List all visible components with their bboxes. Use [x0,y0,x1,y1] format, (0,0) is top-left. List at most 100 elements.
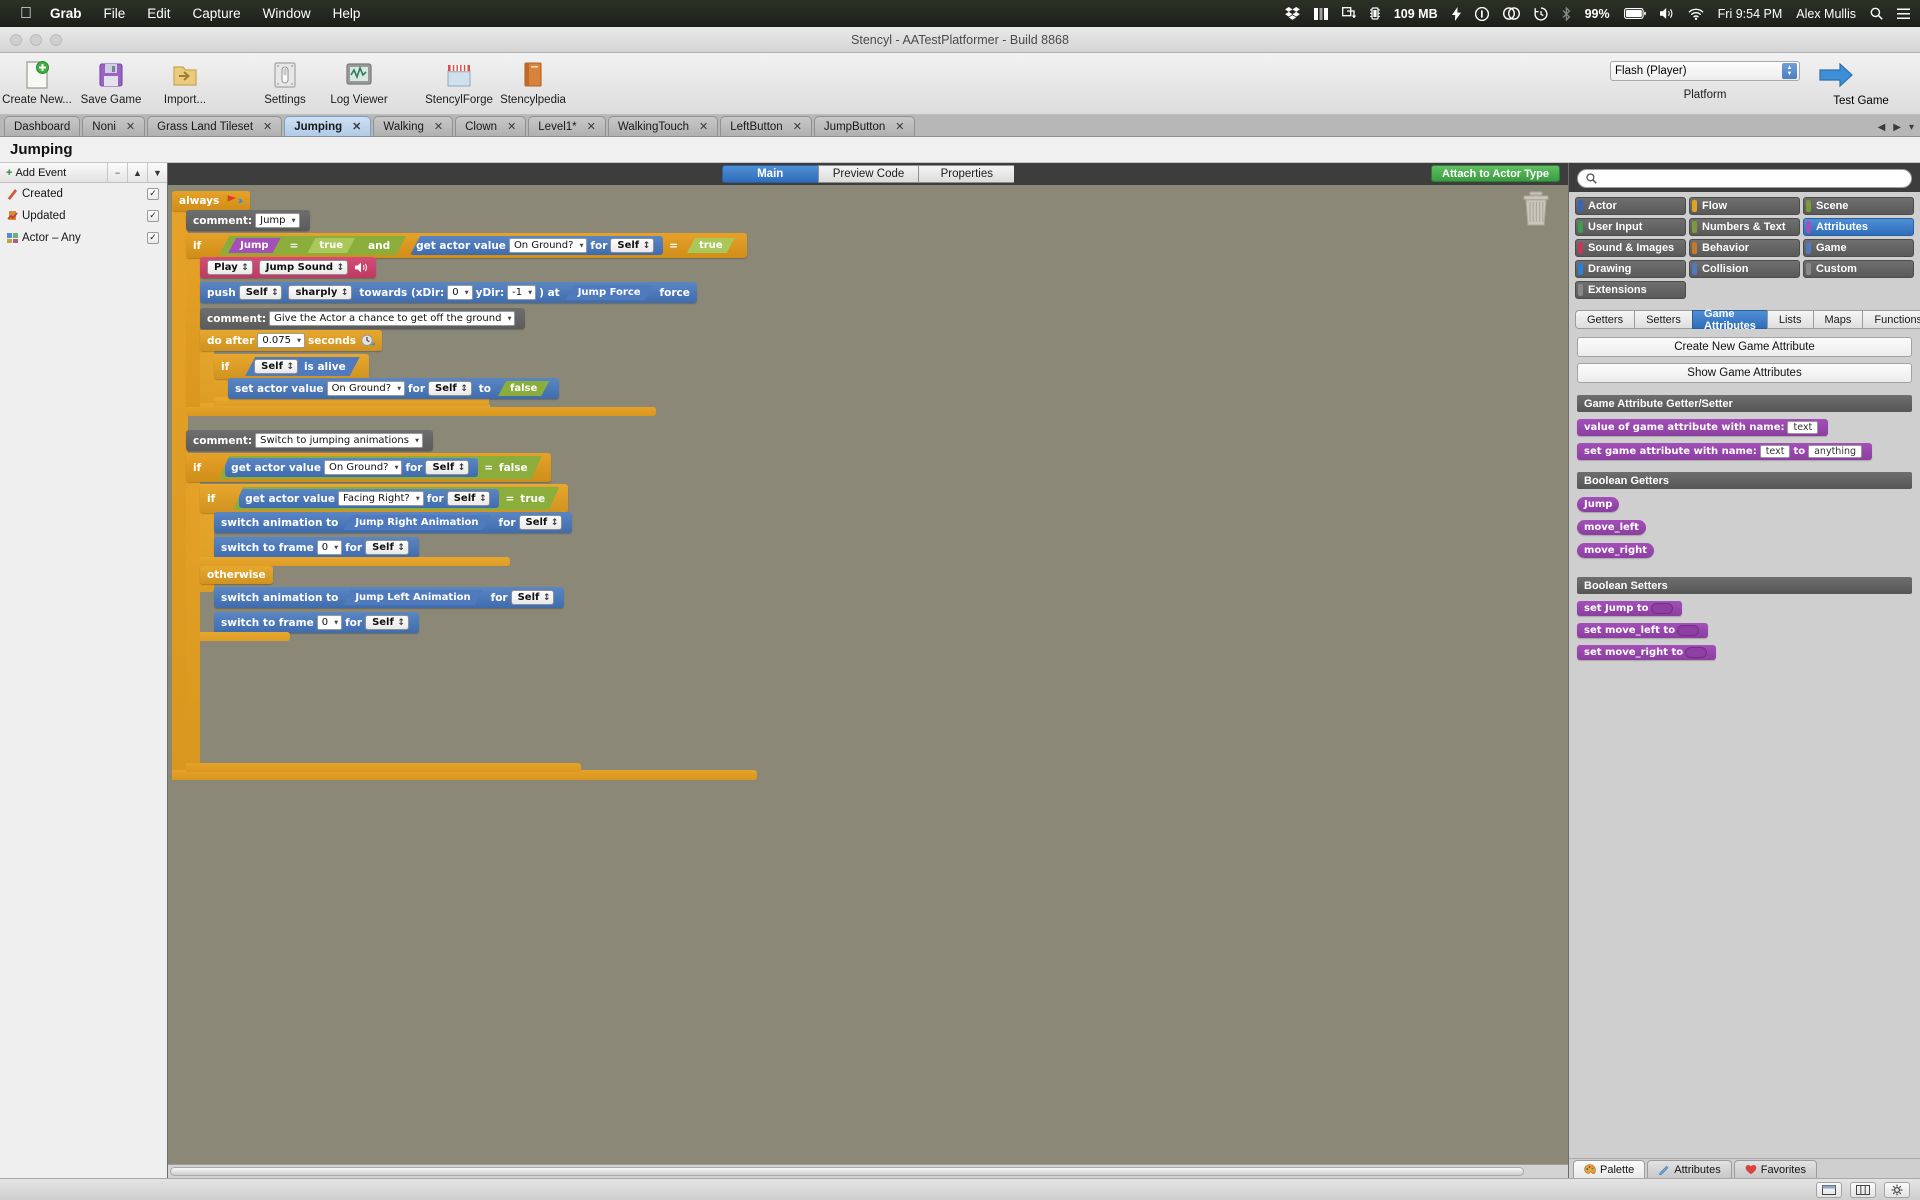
value-true-2[interactable]: true [687,238,735,253]
1password-icon[interactable] [1475,7,1489,21]
menubar-user[interactable]: Alex Mullis [1796,7,1856,21]
trash-can-icon[interactable] [1520,191,1552,227]
event-checkbox[interactable]: ✓ [147,210,159,222]
settings-button[interactable]: Settings [248,59,322,106]
tab-properties[interactable]: Properties [918,165,1014,183]
search-field[interactable] [1602,173,1903,185]
block-do-after[interactable]: do after 0.075 seconds [200,330,382,351]
create-new-game-attribute-button[interactable]: Create New Game Attribute [1577,337,1912,357]
platform-dropdown[interactable]: Flash (Player) ▲▼ [1610,61,1800,81]
move-event-down-button[interactable]: ▼ [147,163,167,182]
close-icon[interactable]: ✕ [352,120,361,133]
tab-level1[interactable]: Level1*✕ [528,116,606,136]
text-slot[interactable]: text [1787,421,1818,434]
subtab-lists[interactable]: Lists [1767,310,1813,329]
tab-menu-icon[interactable]: ▾ [1909,122,1914,133]
block-comment-ground[interactable]: comment: Give the Actor a chance to get … [200,308,525,329]
attribute-jump-right-animation[interactable]: Jump Right Animation [343,515,490,530]
stencylforge-button[interactable]: StencylForge [422,59,496,106]
value-true[interactable]: true [307,238,355,253]
subtab-getters[interactable]: Getters [1575,310,1634,329]
facing-right-dropdown[interactable]: Facing Right? [338,491,424,506]
menu-item-grab[interactable]: Grab [50,6,82,21]
value-false[interactable]: false [498,381,549,396]
sound-stepper[interactable]: Jump Sound [259,260,348,275]
comment-value-dropdown[interactable]: Jump [255,213,299,228]
block-get-actor-value[interactable]: get actor value On Ground? for Self [410,236,663,255]
remove-event-button[interactable]: − [107,163,127,182]
frame-dropdown[interactable]: 0 [317,540,342,555]
switch-anim-target-stepper[interactable]: Self [519,515,563,530]
menu-item-help[interactable]: Help [333,6,361,21]
tab-noni[interactable]: Noni✕ [82,116,145,136]
tab-jumpbutton[interactable]: JumpButton✕ [814,116,915,136]
bluetooth-icon[interactable] [1562,7,1571,21]
frame-dropdown-2[interactable]: 0 [317,615,342,630]
window-layout-icon[interactable] [1314,8,1328,20]
block-if-on-ground-false[interactable]: if get actor value On Ground? for Self =… [186,453,551,482]
log-viewer-button[interactable]: Log Viewer [322,59,396,106]
category-numbers-text[interactable]: Numbers & Text [1689,218,1800,236]
palette-setter-move-left[interactable]: set move_left to [1577,623,1708,638]
gear-icon[interactable] [1884,1182,1910,1198]
tab-navigation[interactable]: ◀ ▶ ▾ [1878,122,1914,133]
subtab-game-attributes[interactable]: Game Attributes [1692,310,1767,329]
value-slot[interactable] [1677,625,1699,636]
close-icon[interactable]: ✕ [434,120,443,133]
category-collision[interactable]: Collision [1689,260,1800,278]
value-slot[interactable] [1651,603,1673,614]
tab-walkingtouch[interactable]: WalkingTouch✕ [608,116,718,136]
category-sound-images[interactable]: Sound & Images [1575,239,1686,257]
palette-block-value-of-game-attribute[interactable]: value of game attribute with name: text [1577,419,1828,436]
category-attributes[interactable]: Attributes [1803,218,1914,236]
tab-walking[interactable]: Walking✕ [373,116,453,136]
tab-main[interactable]: Main [722,165,818,183]
do-after-seconds-dropdown[interactable]: 0.075 [257,333,305,348]
close-icon[interactable]: ✕ [699,120,708,133]
search-icon[interactable] [1870,7,1883,20]
script-canvas[interactable]: always comment: Jump if Jump [168,185,1568,1164]
show-game-attributes-button[interactable]: Show Game Attributes [1577,363,1912,383]
tab-grass-land-tileset[interactable]: Grass Land Tileset✕ [147,116,282,136]
value-slot[interactable] [1685,647,1707,658]
menu-item-capture[interactable]: Capture [193,6,241,21]
event-row-created[interactable]: Created ✓ [0,183,167,205]
add-event-button[interactable]: + Add Event [0,167,66,179]
category-custom[interactable]: Custom [1803,260,1914,278]
block-switch-animation-left[interactable]: switch animation to Jump Left Animation … [214,587,564,608]
frame-target-stepper[interactable]: Self [365,540,409,555]
tab-clown[interactable]: Clown✕ [455,116,526,136]
close-icon[interactable]: ✕ [126,120,135,133]
menu-item-window[interactable]: Window [263,6,311,21]
palette-getter-move-right[interactable]: move_right [1577,543,1654,558]
apple-icon[interactable]:  [20,6,32,22]
actor-value-dropdown[interactable]: On Ground? [509,238,587,253]
close-icon[interactable]: ✕ [263,120,272,133]
category-drawing[interactable]: Drawing [1575,260,1686,278]
block-get-actor-value-facing[interactable]: get actor value Facing Right? for Self [239,489,499,508]
block-if-jump-condition[interactable]: if Jump = true and get actor value On Gr… [186,233,747,258]
volume-icon[interactable] [1660,7,1674,20]
block-if-is-alive[interactable]: if Self is alive [214,354,369,379]
xdir-dropdown[interactable]: 0 [447,285,472,300]
test-game-button[interactable]: Test Game [1818,61,1904,107]
actor-target-stepper-2[interactable]: Self [425,460,469,475]
paltab-palette[interactable]: Palette [1573,1160,1645,1178]
close-icon[interactable]: ✕ [507,120,516,133]
menu-item-edit[interactable]: Edit [147,6,170,21]
close-icon[interactable]: ✕ [895,120,904,133]
value-false-2[interactable]: false [499,462,528,474]
text-slot[interactable]: text [1760,445,1791,458]
attribute-jump-force[interactable]: Jump Force [566,285,653,300]
dropbox-icon[interactable] [1285,7,1300,20]
block-push-self[interactable]: push Self sharply towards (xDir: 0 yDir:… [200,282,697,303]
block-comment-jump[interactable]: comment: Jump [186,210,310,231]
push-target-stepper[interactable]: Self [239,285,283,300]
is-alive-condition[interactable]: Self is alive [245,357,360,376]
app-switch-icon[interactable] [1342,7,1356,20]
scrollbar-thumb[interactable] [170,1167,1524,1176]
category-user-input[interactable]: User Input [1575,218,1686,236]
tab-dashboard[interactable]: Dashboard [4,116,80,136]
wifi-icon[interactable] [1688,8,1704,20]
subtab-functions[interactable]: Functions [1862,310,1920,329]
